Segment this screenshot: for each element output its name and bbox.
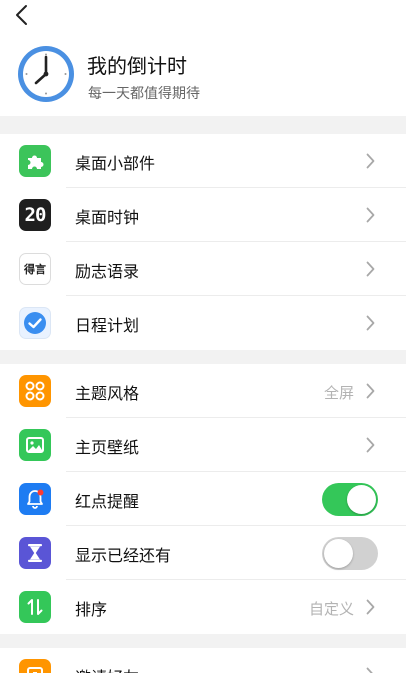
menu-item-theme[interactable]: 主题风格 全屏 [0,364,406,418]
hourglass-icon [19,537,51,569]
app-title: 我的倒计时 [87,54,187,78]
chevron-right-icon [366,207,375,223]
menu-item-red-dot-reminder: 红点提醒 [0,472,406,526]
menu-item-wallpaper[interactable]: 主页壁纸 [0,418,406,472]
menu-item-value: 全屏 [323,384,354,402]
chevron-right-icon [366,599,375,615]
app-subtitle: 每一天都值得期待 [88,86,200,102]
quote-icon-text: 得言 [24,263,46,276]
bell-icon [19,483,51,515]
invite-icon [19,659,51,673]
toggle-knob [324,539,353,568]
menu-item-desktop-clock[interactable]: 20 桌面时钟 [0,188,406,242]
puzzle-icon [19,145,51,177]
show-elapsed-toggle[interactable] [322,537,378,570]
settings-group-1: 桌面小部件 20 桌面时钟 得言 励志语录 日程计划 [0,134,406,350]
flip-clock-digits: 20 [24,204,47,226]
menu-item-quotes[interactable]: 得言 励志语录 [0,242,406,296]
menu-item-widgets[interactable]: 桌面小部件 [0,134,406,188]
menu-item-label: 励志语录 [75,262,140,281]
menu-item-label: 主页壁纸 [75,438,140,457]
flip-clock-icon: 20 [19,199,51,231]
settings-group-3: 邀请好友 [0,648,406,673]
menu-item-label: 红点提醒 [75,492,140,511]
menu-item-label: 显示已经还有 [75,546,172,565]
menu-item-label: 邀请好友 [75,664,139,673]
toggle-knob [347,485,376,514]
chevron-right-icon [366,667,373,673]
red-dot-toggle[interactable] [322,483,378,516]
top-bar [0,0,406,32]
chevron-right-icon [366,261,375,277]
back-button[interactable] [10,3,32,27]
chevron-right-icon [366,153,375,169]
menu-item-label: 桌面小部件 [75,154,156,173]
grid-icon [19,375,51,407]
menu-item-label: 排序 [75,600,108,619]
app-header: 我的倒计时 每一天都值得期待 [0,32,406,116]
sort-icon [19,591,51,623]
menu-item-label: 主题风格 [75,384,140,403]
menu-item-label: 桌面时钟 [75,208,140,227]
image-icon [19,429,51,461]
quote-icon: 得言 [19,253,51,285]
menu-item-value: 自定义 [308,600,354,618]
menu-item-label: 日程计划 [75,316,140,335]
chevron-left-icon [16,5,27,25]
menu-item-show-elapsed: 显示已经还有 [0,526,406,580]
check-circle-icon [19,307,51,339]
menu-item-schedule[interactable]: 日程计划 [0,296,406,350]
clock-icon [18,46,74,102]
chevron-right-icon [366,383,375,399]
chevron-right-icon [366,315,375,331]
chevron-right-icon [366,437,375,453]
menu-item-sort[interactable]: 排序 自定义 [0,580,406,634]
menu-item-invite-friends[interactable]: 邀请好友 [0,648,406,673]
settings-group-2: 主题风格 全屏 主页壁纸 红点提醒 显示已经还有 排序 自定义 [0,364,406,634]
